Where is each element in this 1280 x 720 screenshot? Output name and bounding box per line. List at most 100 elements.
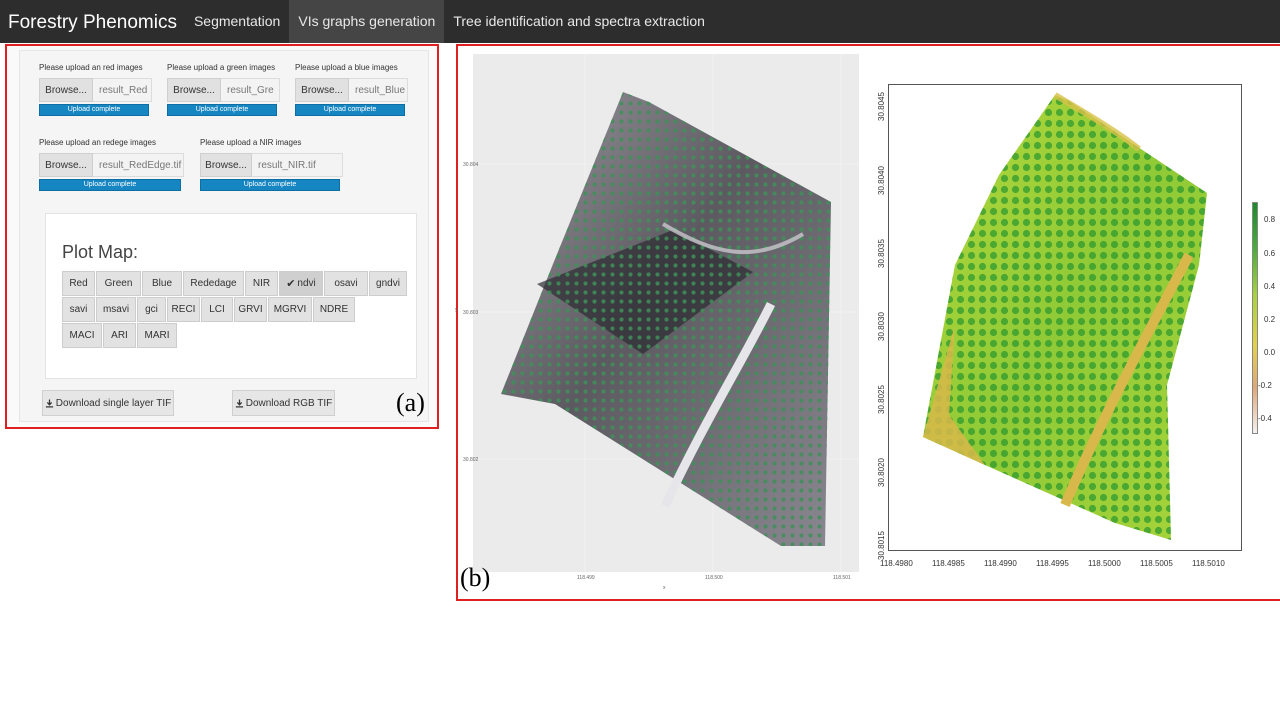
ndvi-y-tick: 30.8040 [876,166,886,195]
left-map-x-tick: 118.499 [577,575,595,581]
upload-red-file-row: Browse... result_Red [39,78,152,102]
tab-vis-graphs-generation[interactable]: VIs graphs generation [289,0,445,43]
download-rgb-button[interactable]: Download RGB TIF [232,390,335,416]
vi-savi-button[interactable]: savi [62,297,95,322]
left-map-x-tick: 118.500 [705,575,723,581]
vi-ndre-button[interactable]: NDRE [313,297,355,322]
ndvi-y-tick: 30.8020 [876,458,886,487]
ndvi-x-tick: 118.5005 [1140,559,1173,568]
download-single-layer-label: Download single layer TIF [55,397,172,409]
upload-rededge-group: Please upload an redege images Browse...… [39,138,184,191]
upload-blue-progress: Upload complete [295,104,405,116]
vi-green-button[interactable]: Green [96,271,141,296]
file-green-name[interactable]: result_Gre [221,78,280,102]
left-map-x-tick: 118.501 [833,575,851,581]
vi-msavi-button[interactable]: msavi [96,297,136,322]
upload-green-group: Please upload a green images Browse... r… [167,63,280,116]
ndvi-y-tick: 30.8015 [876,531,886,560]
vi-row: savi msavi gci RECI LCI GRVI MGRVI NDRE [62,297,412,322]
colorbar-tick: -0.4 [1258,414,1272,423]
ndvi-colorbar [1252,202,1258,434]
upload-blue-label: Please upload a blue images [295,63,398,72]
colorbar-tick: 0.8 [1264,215,1276,224]
vi-osavi-button[interactable]: osavi [324,271,368,296]
vi-row: Red Green Blue Rededage NIR ✔ ndvi osavi … [62,271,412,296]
vi-rededage-button[interactable]: Rededage [183,271,244,296]
vi-gci-button[interactable]: gci [137,297,166,322]
colorbar-tick: 0.4 [1264,282,1276,291]
file-blue-name[interactable]: result_Blue [349,78,408,102]
rgb-orthomosaic-image [473,54,859,572]
browse-nir-button[interactable]: Browse... [200,153,252,177]
upload-rededge-label: Please upload an redege images [39,138,156,147]
ndvi-x-tick: 118.4985 [932,559,965,568]
upload-red-group: Please upload an red images Browse... re… [39,63,152,116]
vi-nir-button[interactable]: NIR [245,271,278,296]
upload-rededge-file-row: Browse... result_RedEdge.tif [39,153,184,177]
colorbar-tick: 0.0 [1264,348,1276,357]
ndvi-x-tick: 118.5010 [1192,559,1225,568]
upload-nir-group: Please upload a NIR images Browse... res… [200,138,343,191]
vi-reci-button[interactable]: RECI [167,297,200,322]
panel-b: 30.804 30.803 30.802 y 118.499 118.500 1… [455,44,1280,601]
upload-green-label: Please upload a green images [167,63,276,72]
upload-green-file-row: Browse... result_Gre [167,78,280,102]
figure-label-b: (b) [460,563,491,592]
vi-button-group: Red Green Blue Rededage NIR ✔ ndvi osavi … [62,271,412,349]
browse-blue-button[interactable]: Browse... [295,78,349,102]
ndvi-y-tick: 30.8035 [876,239,886,268]
top-navbar: Forestry Phenomics Segmentation VIs grap… [0,0,1280,43]
file-rededge-name[interactable]: result_RedEdge.tif [93,153,184,177]
upload-nir-label: Please upload a NIR images [200,138,302,147]
check-icon: ✔ [286,278,296,290]
ndvi-raster-image [923,92,1207,540]
colorbar-tick: -0.2 [1258,381,1272,390]
upload-red-progress: Upload complete [39,104,149,116]
app-brand[interactable]: Forestry Phenomics [0,0,185,43]
ndvi-y-tick: 30.8025 [876,385,886,414]
file-red-name[interactable]: result_Red [93,78,152,102]
upload-nir-file-row: Browse... result_NIR.tif [200,153,343,177]
download-icon [45,398,53,408]
left-map-x-label: x [663,585,666,591]
rgb-orthomosaic-plot: 30.804 30.803 30.802 y 118.499 118.500 1… [455,54,859,591]
upload-red-label: Please upload an red images [39,63,143,72]
tab-tree-identification[interactable]: Tree identification and spectra extracti… [444,0,714,43]
vi-red-button[interactable]: Red [62,271,95,296]
panel-a: Please upload an red images Browse... re… [5,44,439,429]
vi-ndvi-button[interactable]: ✔ ndvi [279,271,323,296]
vi-blue-button[interactable]: Blue [142,271,182,296]
vi-grvi-button[interactable]: GRVI [234,297,267,322]
ndvi-y-tick: 30.8030 [876,312,886,341]
vi-ari-button[interactable]: ARI [103,323,136,348]
tab-segmentation[interactable]: Segmentation [185,0,289,43]
vi-maci-button[interactable]: MACI [62,323,102,348]
vi-mgrvi-button[interactable]: MGRVI [268,297,312,322]
browse-rededge-button[interactable]: Browse... [39,153,93,177]
browse-green-button[interactable]: Browse... [167,78,221,102]
left-map-y-tick: 30.803 [463,310,479,316]
vi-mari-button[interactable]: MARI [137,323,177,348]
left-map-y-label: y [455,307,458,313]
ndvi-x-tick: 118.4995 [1036,559,1069,568]
upload-rededge-progress: Upload complete [39,179,181,191]
file-nir-name[interactable]: result_NIR.tif [252,153,343,177]
figure-label-a: (a) [396,388,425,417]
upload-nir-progress: Upload complete [200,179,340,191]
vi-row: MACI ARI MARI [62,323,412,348]
vi-gndvi-button[interactable]: gndvi [369,271,407,296]
upload-blue-file-row: Browse... result_Blue [295,78,408,102]
left-map-y-tick: 30.802 [463,457,479,463]
vi-ndvi-label: ndvi [297,278,316,289]
sidebar-panel: Please upload an red images Browse... re… [19,50,429,422]
ndvi-x-tick: 118.4980 [880,559,913,568]
ndvi-y-tick: 30.8045 [876,92,886,121]
upload-blue-group: Please upload a blue images Browse... re… [295,63,408,116]
ndvi-raster-plot [888,84,1242,551]
download-icon [235,398,243,408]
download-single-layer-button[interactable]: Download single layer TIF [42,390,174,416]
browse-red-button[interactable]: Browse... [39,78,93,102]
plot-map-card: Plot Map: Red Green Blue Rededage NIR ✔ n… [45,213,417,379]
vi-lci-button[interactable]: LCI [201,297,233,322]
plot-map-title: Plot Map: [62,242,139,262]
